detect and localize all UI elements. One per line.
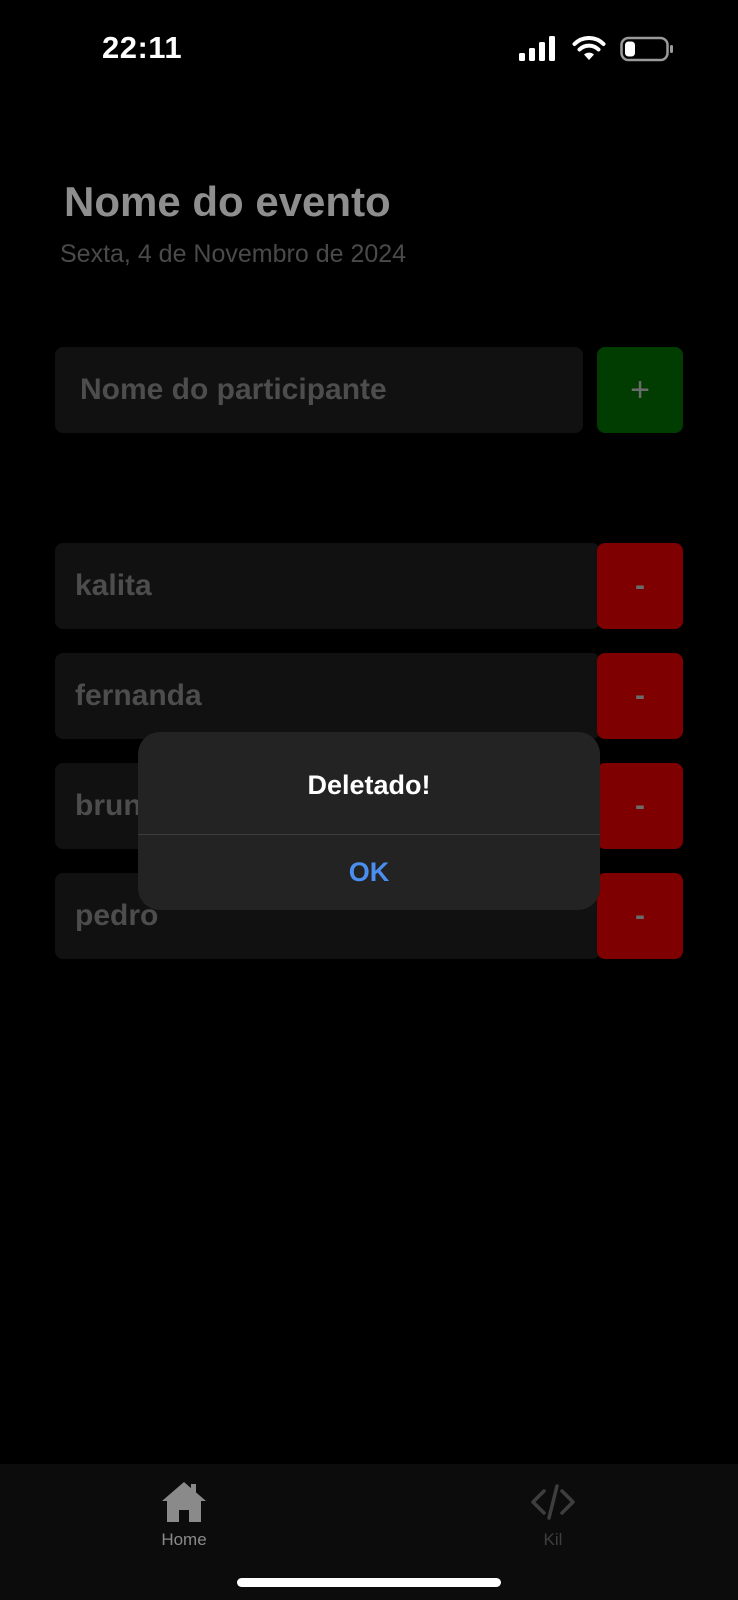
code-icon	[531, 1484, 575, 1520]
add-participant-button[interactable]: +	[597, 347, 683, 433]
remove-participant-button[interactable]: -	[597, 543, 683, 629]
tab-kil[interactable]: Kil	[483, 1480, 623, 1570]
tab-label: Kil	[543, 1530, 563, 1549]
participant-row: fernanda -	[55, 653, 683, 739]
status-bar: 22:11	[0, 0, 738, 100]
remove-participant-button[interactable]: -	[597, 873, 683, 959]
alert-ok-button[interactable]: OK	[138, 835, 600, 910]
app-screen: 22:11 Nome do evento Sexta, 4 de Novembr…	[0, 0, 738, 1600]
remove-participant-button[interactable]: -	[597, 763, 683, 849]
remove-participant-button[interactable]: -	[597, 653, 683, 739]
tab-label: Home	[161, 1530, 207, 1549]
signal-icon	[519, 36, 555, 61]
status-icons	[518, 36, 674, 62]
plus-icon: +	[630, 370, 650, 409]
participant-row: kalita -	[55, 543, 683, 629]
alert-dialog: Deletado! OK	[138, 732, 600, 910]
minus-icon: -	[635, 789, 645, 822]
event-title: Nome do evento	[64, 178, 391, 225]
battery-icon	[620, 36, 673, 62]
minus-icon: -	[635, 679, 645, 712]
home-icon	[162, 1482, 206, 1522]
event-date: Sexta, 4 de Novembro de 2024	[60, 240, 407, 268]
tab-home[interactable]: Home	[114, 1480, 254, 1570]
wifi-icon	[572, 36, 606, 60]
status-time: 22:11	[102, 30, 183, 65]
minus-icon: -	[635, 899, 645, 932]
participant-name-input[interactable]	[55, 347, 583, 433]
participant-name: kalita	[55, 543, 600, 629]
home-indicator[interactable]	[237, 1578, 501, 1587]
alert-title: Deletado!	[307, 769, 431, 800]
minus-icon: -	[635, 569, 645, 602]
participant-name: fernanda	[55, 653, 600, 739]
